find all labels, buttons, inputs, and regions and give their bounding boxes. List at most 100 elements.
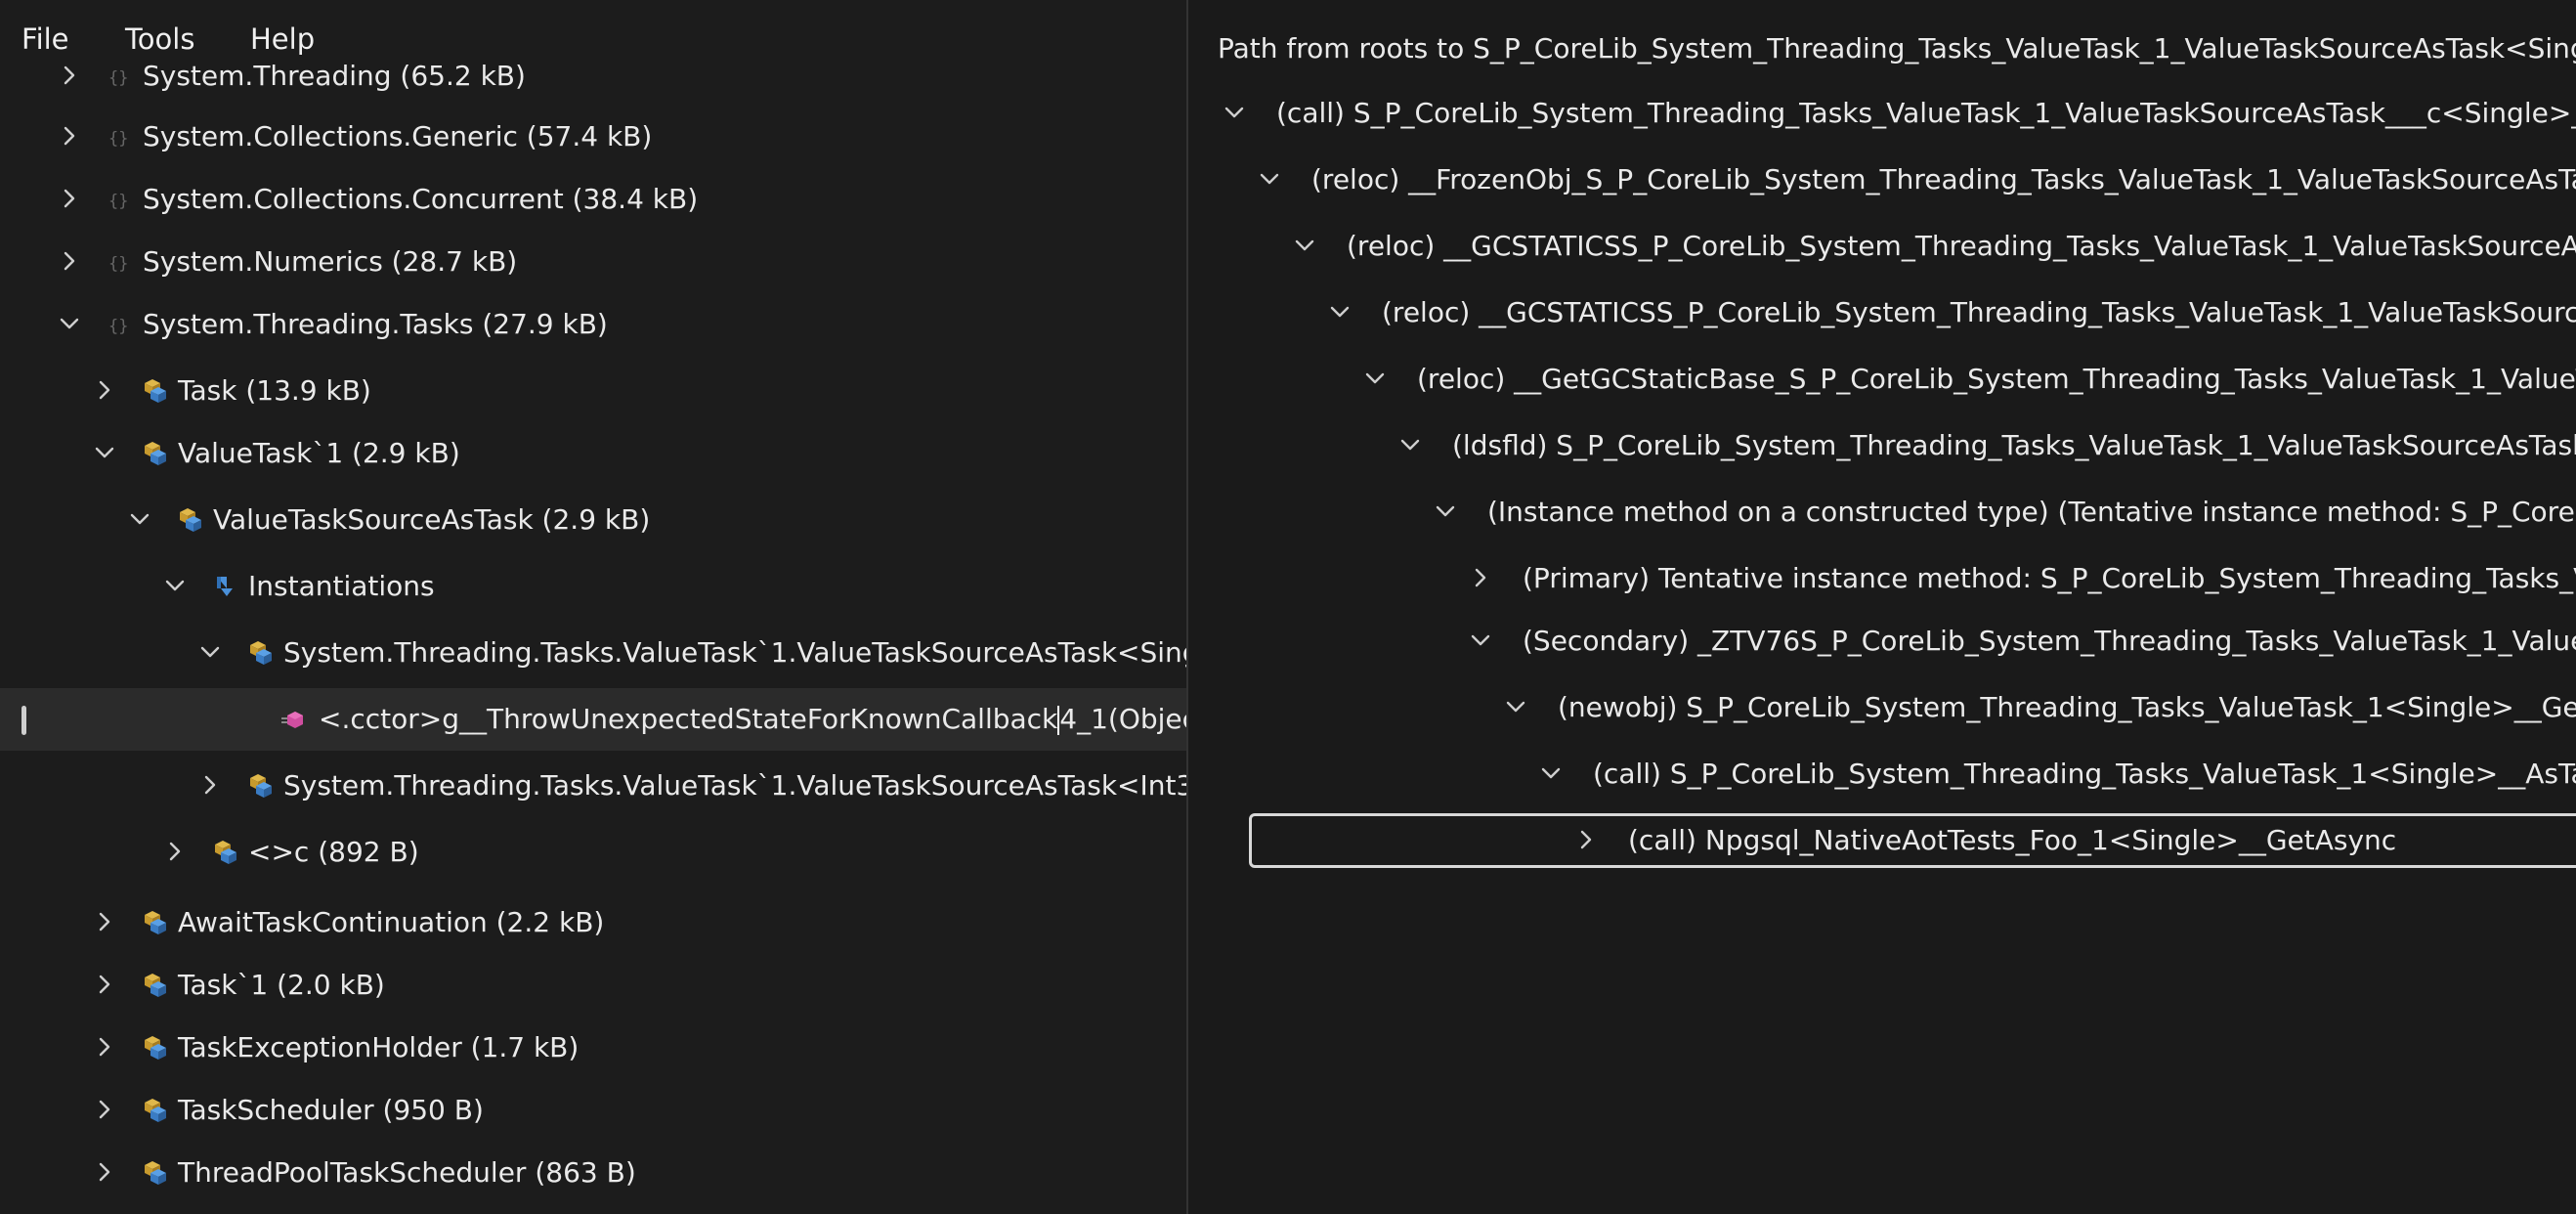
chevron-down-icon[interactable] bbox=[125, 504, 154, 534]
class-icon bbox=[141, 909, 168, 936]
chevron-down-icon[interactable] bbox=[1466, 626, 1495, 655]
chevron-right-icon[interactable] bbox=[90, 1032, 119, 1062]
tree-item-awaittaskcontinuation[interactable]: AwaitTaskContinuation (2.2 kB) bbox=[0, 891, 1186, 954]
tree-item-label: System.Threading (65.2 kB) bbox=[143, 60, 526, 92]
chevron-right-icon[interactable] bbox=[90, 1157, 119, 1187]
tree-item-label: Task`1 (2.0 kB) bbox=[178, 969, 385, 1001]
path-item-label: (Secondary) _ZTV76S_P_CoreLib_System_Thr… bbox=[1523, 625, 2576, 657]
tree-item-collections-generic[interactable]: System.Collections.Generic (57.4 kB) bbox=[0, 106, 1186, 168]
path-item[interactable]: (ldsfld) S_P_CoreLib_System_Threading_Ta… bbox=[1188, 414, 2576, 477]
chevron-right-icon[interactable] bbox=[195, 770, 225, 800]
tree-item-label: System.Numerics (28.7 kB) bbox=[143, 245, 518, 278]
tree-item-taskscheduler[interactable]: TaskScheduler (950 B) bbox=[0, 1079, 1186, 1142]
path-item-label: (Instance method on a constructed type) … bbox=[1487, 496, 2576, 528]
path-item[interactable]: (reloc) __GCSTATICSS_P_CoreLib_System_Th… bbox=[1188, 215, 2576, 278]
menu-tools[interactable]: Tools bbox=[121, 22, 198, 57]
tree-item-label: System.Threading.Tasks.ValueTask`1.Value… bbox=[283, 636, 1186, 669]
chevron-down-icon[interactable] bbox=[195, 637, 225, 667]
tree-item-valuetasksourceastask[interactable]: ValueTaskSourceAsTask (2.9 kB) bbox=[0, 489, 1186, 551]
path-item[interactable]: (call) S_P_CoreLib_System_Threading_Task… bbox=[1188, 82, 2576, 145]
tree-item-label: TaskScheduler (950 B) bbox=[178, 1094, 484, 1126]
method-icon bbox=[281, 706, 309, 733]
chevron-down-icon[interactable] bbox=[1290, 231, 1319, 260]
path-item-label: (reloc) __FrozenObj_S_P_CoreLib_System_T… bbox=[1311, 163, 2576, 195]
path-item-label: (reloc) __GetGCStaticBase_S_P_CoreLib_Sy… bbox=[1417, 363, 2576, 395]
namespace-icon bbox=[106, 63, 133, 90]
class-icon bbox=[176, 506, 203, 534]
path-item-label: (call) S_P_CoreLib_System_Threading_Task… bbox=[1276, 97, 2576, 129]
path-item[interactable]: (reloc) __FrozenObj_S_P_CoreLib_System_T… bbox=[1188, 149, 2576, 211]
class-icon bbox=[141, 1097, 168, 1124]
path-item[interactable]: (reloc) __GetGCStaticBase_S_P_CoreLib_Sy… bbox=[1188, 348, 2576, 411]
tree-item-closure-c[interactable]: <>c (892 B) bbox=[0, 821, 1186, 884]
tree-item-label: ValueTask`1 (2.9 kB) bbox=[178, 437, 460, 469]
chevron-down-icon[interactable] bbox=[1536, 759, 1566, 788]
tree-item-instantiations[interactable]: Instantiations bbox=[0, 555, 1186, 618]
chevron-right-icon[interactable] bbox=[1466, 563, 1495, 592]
chevron-right-icon[interactable] bbox=[90, 1095, 119, 1124]
path-item[interactable]: (Secondary) _ZTV76S_P_CoreLib_System_Thr… bbox=[1188, 610, 2576, 672]
tree-item-valuetask-1[interactable]: ValueTask`1 (2.9 kB) bbox=[0, 422, 1186, 485]
namespace-icon bbox=[106, 123, 133, 151]
chevron-down-icon[interactable] bbox=[1220, 98, 1249, 127]
class-icon bbox=[141, 1159, 168, 1187]
tree-item-label: TaskExceptionHolder (1.7 kB) bbox=[178, 1031, 580, 1063]
path-item-focused[interactable]: (call) Npgsql_NativeAotTests_Foo_1<Singl… bbox=[1188, 809, 2576, 872]
chevron-right-icon[interactable] bbox=[90, 907, 119, 936]
tree-item-task-1[interactable]: Task`1 (2.0 kB) bbox=[0, 954, 1186, 1017]
tree-item-task[interactable]: Task (13.9 kB) bbox=[0, 360, 1186, 422]
method-signature-part: 4_1(Object) : bbox=[1059, 703, 1186, 735]
path-from-roots-pane: Path from roots to S_P_CoreLib_System_Th… bbox=[1186, 0, 2576, 1214]
path-item-label: (reloc) __GCSTATICSS_P_CoreLib_System_Th… bbox=[1347, 230, 2576, 262]
chevron-right-icon[interactable] bbox=[1571, 825, 1601, 854]
path-item[interactable]: (Instance method on a constructed type) … bbox=[1188, 481, 2576, 543]
chevron-right-icon[interactable] bbox=[90, 375, 119, 405]
path-item[interactable]: (newobj) S_P_CoreLib_System_Threading_Ta… bbox=[1188, 676, 2576, 739]
menu-bar: File Tools Help bbox=[0, 0, 1186, 63]
path-item[interactable]: (call) S_P_CoreLib_System_Threading_Task… bbox=[1188, 743, 2576, 805]
chevron-down-icon[interactable] bbox=[1431, 497, 1460, 526]
tree-item-collections-concurrent[interactable]: System.Collections.Concurrent (38.4 kB) bbox=[0, 168, 1186, 231]
path-item[interactable]: (reloc) __GCSTATICSS_P_CoreLib_System_Th… bbox=[1188, 282, 2576, 344]
chevron-right-icon[interactable] bbox=[55, 61, 84, 90]
path-title: Path from roots to S_P_CoreLib_System_Th… bbox=[1218, 32, 2576, 65]
chevron-down-icon[interactable] bbox=[1325, 297, 1354, 326]
chevron-right-icon[interactable] bbox=[55, 121, 84, 151]
chevron-down-icon[interactable] bbox=[1255, 164, 1284, 194]
class-icon bbox=[141, 440, 168, 467]
path-item[interactable]: (Primary) Tentative instance method: S_P… bbox=[1188, 547, 2576, 610]
chevron-right-icon[interactable] bbox=[55, 184, 84, 213]
chevron-right-icon[interactable] bbox=[90, 970, 119, 999]
chevron-down-icon[interactable] bbox=[1360, 364, 1390, 393]
tree-item-taskexceptionholder[interactable]: TaskExceptionHolder (1.7 kB) bbox=[0, 1017, 1186, 1079]
instantiations-icon bbox=[211, 573, 238, 600]
chevron-right-icon[interactable] bbox=[55, 246, 84, 276]
path-item-label: (call) S_P_CoreLib_System_Threading_Task… bbox=[1593, 758, 2576, 790]
tree-item-instantiation-single[interactable]: System.Threading.Tasks.ValueTask`1.Value… bbox=[0, 622, 1186, 684]
chevron-down-icon[interactable] bbox=[90, 438, 119, 467]
tree-item-numerics[interactable]: System.Numerics (28.7 kB) bbox=[0, 231, 1186, 293]
type-tree-pane: System.Threading (65.2 kB) System.Collec… bbox=[0, 0, 1186, 1214]
tree-item-label: <>c (892 B) bbox=[248, 836, 419, 868]
tree-item-instantiation-int32[interactable]: System.Threading.Tasks.ValueTask`1.Value… bbox=[0, 755, 1186, 817]
path-item-label: (newobj) S_P_CoreLib_System_Threading_Ta… bbox=[1558, 691, 2576, 723]
chevron-down-icon[interactable] bbox=[55, 309, 84, 338]
chevron-down-icon[interactable] bbox=[160, 571, 190, 600]
tree-item-selected-method[interactable]: <.cctor>g__ThrowUnexpectedStateForKnownC… bbox=[0, 688, 1186, 751]
class-icon bbox=[246, 639, 274, 667]
tree-item-label: System.Collections.Concurrent (38.4 kB) bbox=[143, 183, 699, 215]
chevron-down-icon[interactable] bbox=[1395, 430, 1425, 459]
method-name-part: <.cctor>g__ThrowUnexpectedStateForKnownC… bbox=[319, 703, 1058, 735]
tree-item-threadpooltaskscheduler[interactable]: ThreadPoolTaskScheduler (863 B) bbox=[0, 1142, 1186, 1204]
namespace-icon bbox=[106, 311, 133, 338]
chevron-right-icon[interactable] bbox=[160, 837, 190, 866]
class-icon bbox=[141, 377, 168, 405]
path-item-label: (call) Npgsql_NativeAotTests_Foo_1<Singl… bbox=[1628, 824, 2397, 856]
selection-indicator bbox=[21, 706, 26, 735]
menu-file[interactable]: File bbox=[18, 22, 73, 57]
tree-item-threading-tasks[interactable]: System.Threading.Tasks (27.9 kB) bbox=[0, 293, 1186, 356]
tree-item-label: System.Collections.Generic (57.4 kB) bbox=[143, 120, 653, 152]
menu-help[interactable]: Help bbox=[246, 22, 319, 57]
tree-item-label: System.Threading.Tasks (27.9 kB) bbox=[143, 308, 608, 340]
chevron-down-icon[interactable] bbox=[1501, 692, 1530, 721]
